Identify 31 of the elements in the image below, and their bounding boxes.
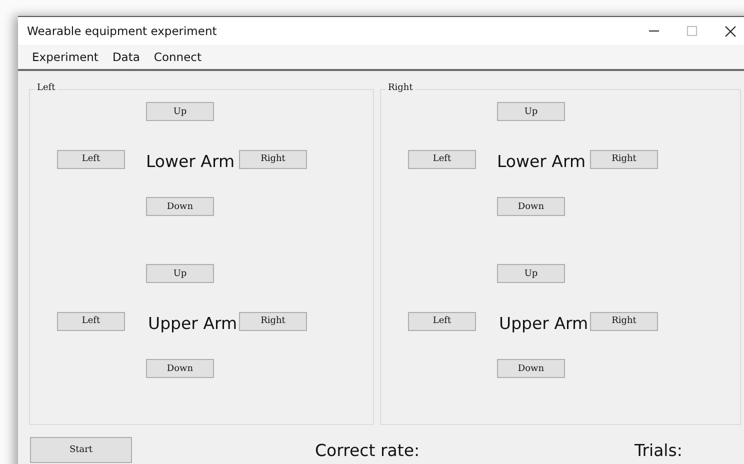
up-button[interactable]: Up [497, 264, 565, 283]
down-button[interactable]: Down [497, 359, 565, 378]
minimize-icon[interactable] [649, 30, 659, 32]
left-button[interactable]: Left [408, 312, 476, 330]
menu-item[interactable]: Connect [148, 50, 208, 64]
down-button[interactable]: Down [146, 197, 214, 216]
menu-item[interactable]: Data [106, 50, 146, 64]
right-button[interactable]: Right [239, 312, 307, 330]
up-button[interactable]: Up [146, 264, 214, 283]
correct-rate-label: Correct rate: [315, 440, 420, 460]
trials-label: Trials: [634, 440, 682, 460]
arm-label: Upper Arm [148, 314, 238, 332]
arm-label: Lower Arm [497, 152, 586, 170]
menu-item[interactable]: Experiment [26, 50, 104, 64]
up-button[interactable]: Up [497, 102, 565, 121]
right-button[interactable]: Right [590, 312, 658, 330]
left-button[interactable]: Left [57, 312, 125, 330]
window-title: Wearable equipment experiment [27, 24, 218, 38]
right-button[interactable]: Right [590, 150, 658, 168]
arm-label: Lower Arm [146, 152, 235, 170]
right-button[interactable]: Right [239, 150, 307, 168]
left-button[interactable]: Left [57, 150, 125, 168]
up-button[interactable]: Up [146, 102, 214, 121]
start-button[interactable]: Start [30, 437, 132, 463]
arm-label: Upper Arm [499, 314, 588, 332]
down-button[interactable]: Down [497, 197, 565, 216]
group-title: Right [386, 83, 415, 93]
close-icon[interactable] [725, 26, 736, 36]
left-button[interactable]: Left [408, 150, 476, 168]
group-title: Left [35, 83, 58, 93]
down-button[interactable]: Down [146, 359, 214, 378]
